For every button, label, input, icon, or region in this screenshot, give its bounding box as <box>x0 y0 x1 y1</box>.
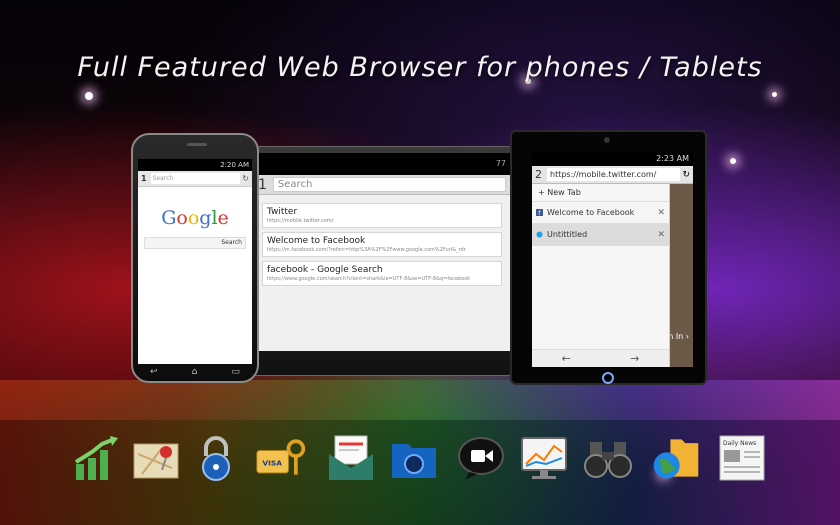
map-pin-icon[interactable] <box>130 432 182 484</box>
tab-title: Welcome to Facebook <box>547 208 635 217</box>
new-tab-button[interactable]: + New Tab <box>532 184 669 202</box>
google-search-box[interactable]: Search <box>144 237 246 249</box>
ipad-status-time: 2:23 AM <box>656 154 689 163</box>
phone-status-time: 2:20 AM <box>220 161 249 169</box>
globe-folder-icon[interactable] <box>650 432 702 484</box>
padlock-icon[interactable] <box>190 432 242 484</box>
phone-speaker <box>187 143 207 146</box>
home-button[interactable] <box>602 372 614 384</box>
mail-envelope-icon[interactable] <box>325 432 377 484</box>
tablet-status-bar: 77 <box>254 153 510 175</box>
ipad-tab-nav: ← → <box>532 349 669 367</box>
phone-screen: 2:20 AM 1 Search ↻ Google Search <box>138 159 252 364</box>
tabs-panel: + New Tab f Welcome to Facebook ✕ Untitt… <box>532 184 670 367</box>
monitor-chart-icon[interactable] <box>518 432 570 484</box>
tablet-status-text: 77 <box>495 159 506 168</box>
binoculars-icon[interactable] <box>582 432 634 484</box>
sparkle <box>730 158 736 164</box>
phone-nav-keys: ↩ ⌂ ▭ <box>133 367 257 377</box>
tablet-url-bar: 1 Search <box>254 175 510 195</box>
reload-icon[interactable]: ↻ <box>682 170 690 180</box>
forward-arrow-icon[interactable]: → <box>630 352 639 365</box>
page-headline: Full Featured Web Browser for phones / T… <box>77 52 763 83</box>
twitter-icon <box>536 231 543 238</box>
color-band <box>0 380 840 420</box>
tablet-history-list: Twitter https://mobile.twitter.com/ Welc… <box>254 195 510 286</box>
back-arrow-icon[interactable]: ← <box>562 352 571 365</box>
history-item-title: Twitter <box>267 207 298 217</box>
phone-device: 2:20 AM 1 Search ↻ Google Search ↩ ⌂ ▭ <box>131 133 259 383</box>
tablet-device: 77 1 Search Twitter https://mobile.twitt… <box>247 146 515 376</box>
tab-title: Untittitled <box>547 230 588 239</box>
close-icon[interactable]: ✕ <box>657 230 665 240</box>
video-chat-icon[interactable] <box>455 432 507 484</box>
google-logo: Google <box>161 207 229 229</box>
tablet-tab-count[interactable]: 1 <box>258 177 267 193</box>
reload-icon[interactable]: ↻ <box>242 174 249 183</box>
tablet-screen: 77 1 Search Twitter https://mobile.twitt… <box>254 153 510 351</box>
history-item[interactable]: Welcome to Facebook https://m.facebook.c… <box>262 232 502 257</box>
google-search-button[interactable]: Search <box>221 239 242 246</box>
ipad-device: 2:23 AM 2 https://mobile.twitter.com/ ↻ … <box>510 130 707 385</box>
phone-search-input[interactable]: Search <box>150 173 241 184</box>
tablet-search-input[interactable]: Search <box>272 177 506 192</box>
recent-key-icon[interactable]: ▭ <box>231 367 240 377</box>
svg-text:Daily News: Daily News <box>723 440 756 447</box>
ipad-screen: 2:23 AM 2 https://mobile.twitter.com/ ↻ … <box>532 152 693 367</box>
music-folder-icon[interactable] <box>388 432 440 484</box>
ipad-status-bar: 2:23 AM <box>532 152 693 166</box>
sparkle <box>772 92 777 97</box>
ipad-url-input[interactable]: https://mobile.twitter.com/ <box>547 168 681 181</box>
history-item-url: https://mobile.twitter.com/ <box>267 218 334 224</box>
camera-icon <box>604 137 610 143</box>
sparkle <box>85 92 93 100</box>
history-item-title: Welcome to Facebook <box>267 236 366 246</box>
facebook-icon: f <box>536 209 543 216</box>
home-key-icon[interactable]: ⌂ <box>192 367 198 377</box>
phone-url-bar: 1 Search ↻ <box>138 171 252 187</box>
phone-status-bar: 2:20 AM <box>138 159 252 171</box>
close-icon[interactable]: ✕ <box>657 208 665 218</box>
history-item[interactable]: facebook - Google Search https://www.goo… <box>262 261 502 286</box>
tab-row[interactable]: f Welcome to Facebook ✕ <box>532 202 669 224</box>
back-key-icon[interactable]: ↩ <box>150 367 158 377</box>
growth-chart-icon[interactable] <box>70 432 122 484</box>
credit-card-key-icon[interactable]: VISA <box>255 432 307 484</box>
history-item-url: https://m.facebook.com/?refsrc=http%3A%2… <box>267 247 466 253</box>
history-item-title: facebook - Google Search <box>267 265 383 275</box>
tab-row-active[interactable]: Untittitled ✕ <box>532 224 669 246</box>
history-item-url: https://www.google.com/search?client=sha… <box>267 276 471 282</box>
ipad-url-bar: 2 https://mobile.twitter.com/ ↻ <box>532 166 693 184</box>
daily-news-icon[interactable]: Daily News <box>716 432 768 484</box>
phone-tab-count[interactable]: 1 <box>141 174 147 183</box>
svg-text:VISA: VISA <box>262 458 282 467</box>
ipad-tab-count[interactable]: 2 <box>535 168 542 181</box>
history-item[interactable]: Twitter https://mobile.twitter.com/ <box>262 203 502 228</box>
